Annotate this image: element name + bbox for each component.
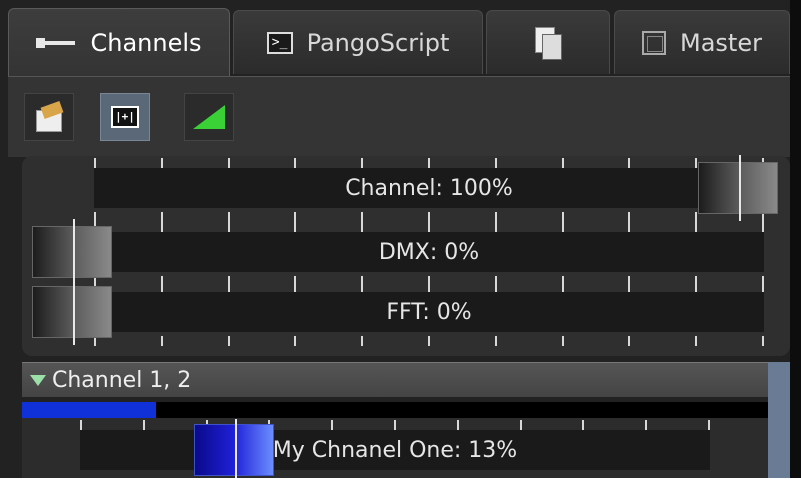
tick-mark	[228, 336, 230, 346]
master-icon	[642, 30, 667, 55]
tick-mark	[294, 212, 296, 222]
ramp-button[interactable]	[184, 93, 234, 141]
properties-button[interactable]	[24, 93, 74, 141]
fft-slider-label: FFT: 0%	[386, 299, 472, 325]
tick-mark	[708, 420, 710, 430]
fft-slider-track[interactable]: FFT: 0%	[94, 292, 764, 332]
tick-mark	[495, 222, 497, 232]
channels-icon	[36, 36, 76, 50]
tick-mark	[394, 420, 396, 430]
tick-mark	[628, 336, 630, 346]
tab-pangoscript[interactable]: >_ PangoScript	[233, 10, 483, 74]
tick-mark	[495, 158, 497, 168]
tick-mark	[331, 420, 333, 430]
tick-mark	[562, 158, 564, 168]
dmx-slider-knob[interactable]	[32, 219, 112, 285]
tick-mark	[495, 212, 497, 222]
tick-mark	[562, 212, 564, 222]
mixer-button[interactable]: |+|	[100, 93, 150, 141]
group-level-bar	[22, 402, 768, 418]
channel-group-title: Channel 1, 2	[52, 367, 192, 393]
tick-mark	[562, 222, 564, 232]
properties-icon	[34, 102, 64, 132]
tick-mark	[762, 222, 764, 232]
tick-mark	[361, 222, 363, 232]
mixer-icon: |+|	[111, 106, 139, 128]
ticks-row	[94, 222, 764, 232]
expand-triangle-icon[interactable]	[30, 374, 46, 386]
tick-mark	[457, 420, 459, 430]
ticks-row	[80, 420, 710, 430]
my-channel-slider-track[interactable]: My Chnanel One: 13%	[80, 430, 710, 470]
channel-slider-panel: My Chnanel One: 13%	[22, 418, 768, 479]
tick-mark	[695, 212, 697, 222]
tab-master-label: Master	[680, 28, 762, 57]
tick-mark	[520, 420, 522, 430]
tick-mark	[361, 212, 363, 222]
tick-mark	[294, 222, 296, 232]
group-color-strip	[768, 362, 790, 478]
tab-channels-label: Channels	[90, 28, 202, 57]
tick-mark	[645, 420, 647, 430]
ticks-row	[94, 212, 764, 222]
window-edge	[790, 0, 801, 485]
tick-mark	[294, 158, 296, 168]
toolbar: |+|	[8, 76, 790, 157]
dmx-slider-track[interactable]: DMX: 0%	[94, 232, 764, 272]
tick-mark	[428, 158, 430, 168]
fft-slider-knob[interactable]	[32, 279, 112, 345]
tick-mark	[628, 212, 630, 222]
tick-mark	[94, 158, 96, 168]
tick-mark	[428, 212, 430, 222]
tick-mark	[228, 222, 230, 232]
tab-pangoscript-label: PangoScript	[306, 28, 450, 57]
tick-mark	[582, 420, 584, 430]
dmx-slider-label: DMX: 0%	[378, 239, 480, 265]
tick-mark	[161, 158, 163, 168]
script-icon: >_	[266, 31, 293, 54]
tick-mark	[562, 336, 564, 346]
tick-mark	[628, 222, 630, 232]
sliders-panel: Channel: 100% DMX: 0% FFT: 0%	[22, 155, 790, 356]
tick-mark	[695, 222, 697, 232]
channel-group-header[interactable]: Channel 1, 2	[22, 362, 768, 397]
my-channel-slider-label: My Chnanel One: 13%	[272, 437, 518, 463]
ticks-row	[94, 336, 764, 346]
tick-mark	[695, 336, 697, 346]
pages-icon	[535, 26, 562, 60]
tick-mark	[161, 336, 163, 346]
tick-mark	[94, 212, 96, 222]
tab-channels[interactable]: Channels	[8, 8, 230, 76]
my-channel-slider-knob[interactable]	[194, 419, 274, 479]
tick-mark	[762, 336, 764, 346]
tick-mark	[161, 222, 163, 232]
tick-mark	[495, 336, 497, 346]
channel-slider-knob[interactable]	[698, 155, 778, 221]
tick-mark	[228, 158, 230, 168]
tab-pages[interactable]	[486, 10, 610, 74]
tick-mark	[294, 336, 296, 346]
ticks-row	[94, 158, 764, 168]
tick-mark	[143, 420, 145, 430]
channel-slider-label: Channel: 100%	[345, 175, 513, 201]
bottom-edge	[0, 478, 801, 485]
group-level-fill	[22, 402, 156, 418]
tab-master[interactable]: Master	[614, 10, 790, 74]
tick-mark	[228, 212, 230, 222]
ramp-icon	[193, 105, 225, 129]
tick-mark	[428, 336, 430, 346]
tick-mark	[361, 336, 363, 346]
tick-mark	[428, 222, 430, 232]
tick-mark	[161, 212, 163, 222]
tick-mark	[80, 420, 82, 430]
channel-slider-track[interactable]: Channel: 100%	[94, 168, 764, 208]
tick-mark	[361, 158, 363, 168]
tick-mark	[628, 158, 630, 168]
tick-mark	[695, 158, 697, 168]
